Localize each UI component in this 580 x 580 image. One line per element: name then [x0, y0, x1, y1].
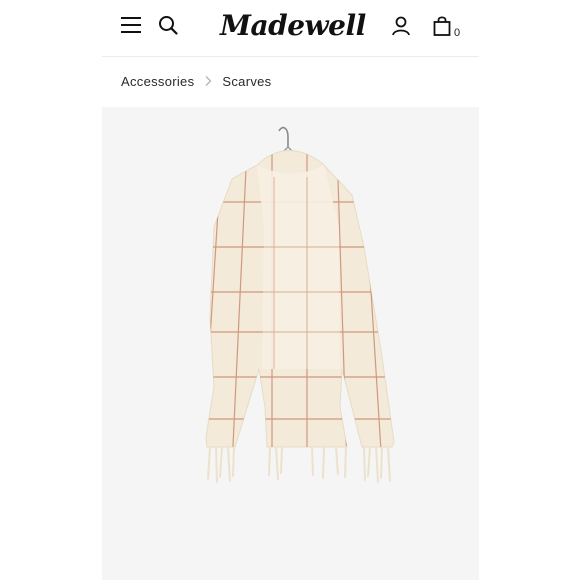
brand-logo[interactable]: Madewell: [220, 4, 366, 48]
cart-count-badge: 0: [454, 27, 461, 39]
scarf-illustration: [205, 126, 395, 483]
product-image[interactable]: [102, 107, 479, 580]
search-icon[interactable]: [157, 14, 179, 36]
account-icon[interactable]: [390, 15, 412, 37]
breadcrumb: Accessories Scarves: [121, 72, 271, 90]
shopping-bag-icon[interactable]: [431, 14, 455, 38]
breadcrumb-scarves[interactable]: Scarves: [222, 74, 271, 89]
breadcrumb-accessories[interactable]: Accessories: [121, 74, 194, 89]
top-navigation-bar: Madewell 0: [102, 0, 479, 57]
menu-icon[interactable]: [120, 14, 142, 36]
chevron-right-icon: [203, 75, 213, 87]
